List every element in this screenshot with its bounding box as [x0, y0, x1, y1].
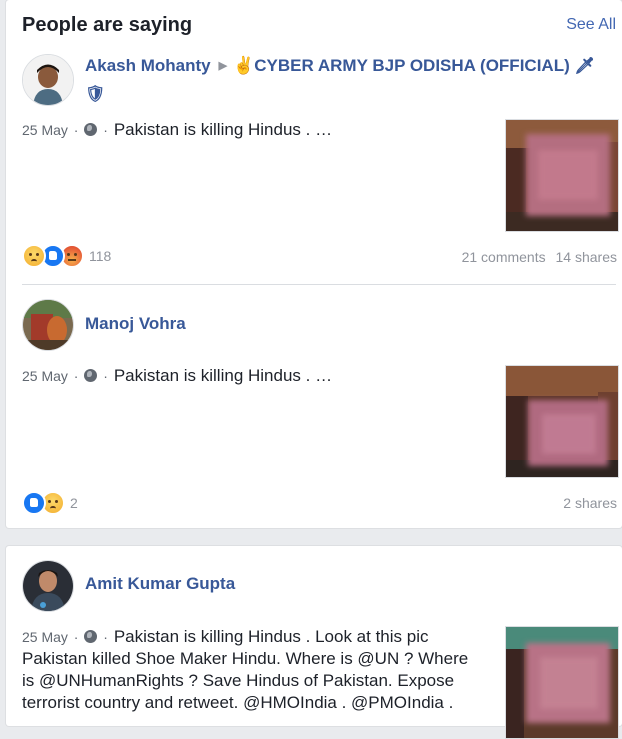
post-stats: 2 shares	[557, 495, 617, 511]
post-body: 25 May · · Pakistan is killing Hindus . …	[22, 366, 333, 385]
avatar[interactable]	[22, 560, 74, 612]
post-thumbnail[interactable]	[505, 119, 619, 232]
see-all-link[interactable]: See All	[566, 16, 616, 34]
comments-count[interactable]: 21 comments	[462, 249, 546, 265]
people-are-saying-card: People are saying See All Akash Mohanty ▶…	[6, 0, 622, 528]
globe-icon	[84, 123, 98, 136]
shield-emoji: 🛡	[85, 86, 106, 103]
post-text: Pakistan is killing Hindus . …	[113, 366, 333, 385]
dagger-emoji: 🗡	[574, 58, 595, 75]
avatar[interactable]	[22, 299, 74, 351]
post-thumbnail[interactable]	[505, 365, 619, 478]
reaction-count[interactable]: 118	[89, 248, 111, 264]
globe-icon	[84, 630, 98, 643]
post-card: Amit Kumar Gupta 25 May · · Pakistan is …	[6, 546, 622, 739]
divider	[22, 284, 616, 285]
section-title: People are saying	[22, 14, 193, 36]
reaction-count[interactable]: 2	[70, 495, 78, 511]
post-header: Manoj Vohra	[85, 310, 615, 337]
reaction-summary[interactable]: 118	[22, 244, 111, 268]
post-header: Akash Mohanty ▶ ✌CYBER ARMY BJP ODISHA (OF…	[85, 52, 615, 108]
post-text: Pakistan is killing Hindus . …	[113, 120, 333, 139]
post-body: 25 May · · Pakistan is killing Hindus . …	[22, 627, 469, 712]
avatar[interactable]	[22, 54, 74, 106]
reaction-summary[interactable]: 2	[22, 491, 78, 515]
post-date[interactable]: 25 May	[22, 122, 68, 138]
sad-reaction-icon	[22, 244, 46, 268]
post-date[interactable]: 25 May	[22, 368, 68, 384]
post-stats: 21 comments 14 shares	[456, 249, 617, 265]
post-date[interactable]: 25 May	[22, 629, 68, 645]
author-name[interactable]: Amit Kumar Gupta	[85, 574, 235, 593]
post-thumbnail[interactable]	[505, 626, 619, 739]
author-name[interactable]: Manoj Vohra	[85, 314, 186, 333]
arrow-right-icon: ▶	[218, 60, 228, 72]
author-name[interactable]: Akash Mohanty	[85, 56, 211, 75]
post-header: Amit Kumar Gupta	[85, 570, 615, 597]
post-body: 25 May · · Pakistan is killing Hindus . …	[22, 120, 333, 139]
shares-count[interactable]: 14 shares	[556, 249, 617, 265]
like-reaction-icon	[22, 491, 46, 515]
group-name[interactable]: ✌CYBER ARMY BJP ODISHA (OFFICIAL)	[233, 56, 570, 75]
globe-icon	[84, 369, 98, 382]
shares-count[interactable]: 2 shares	[563, 495, 617, 511]
